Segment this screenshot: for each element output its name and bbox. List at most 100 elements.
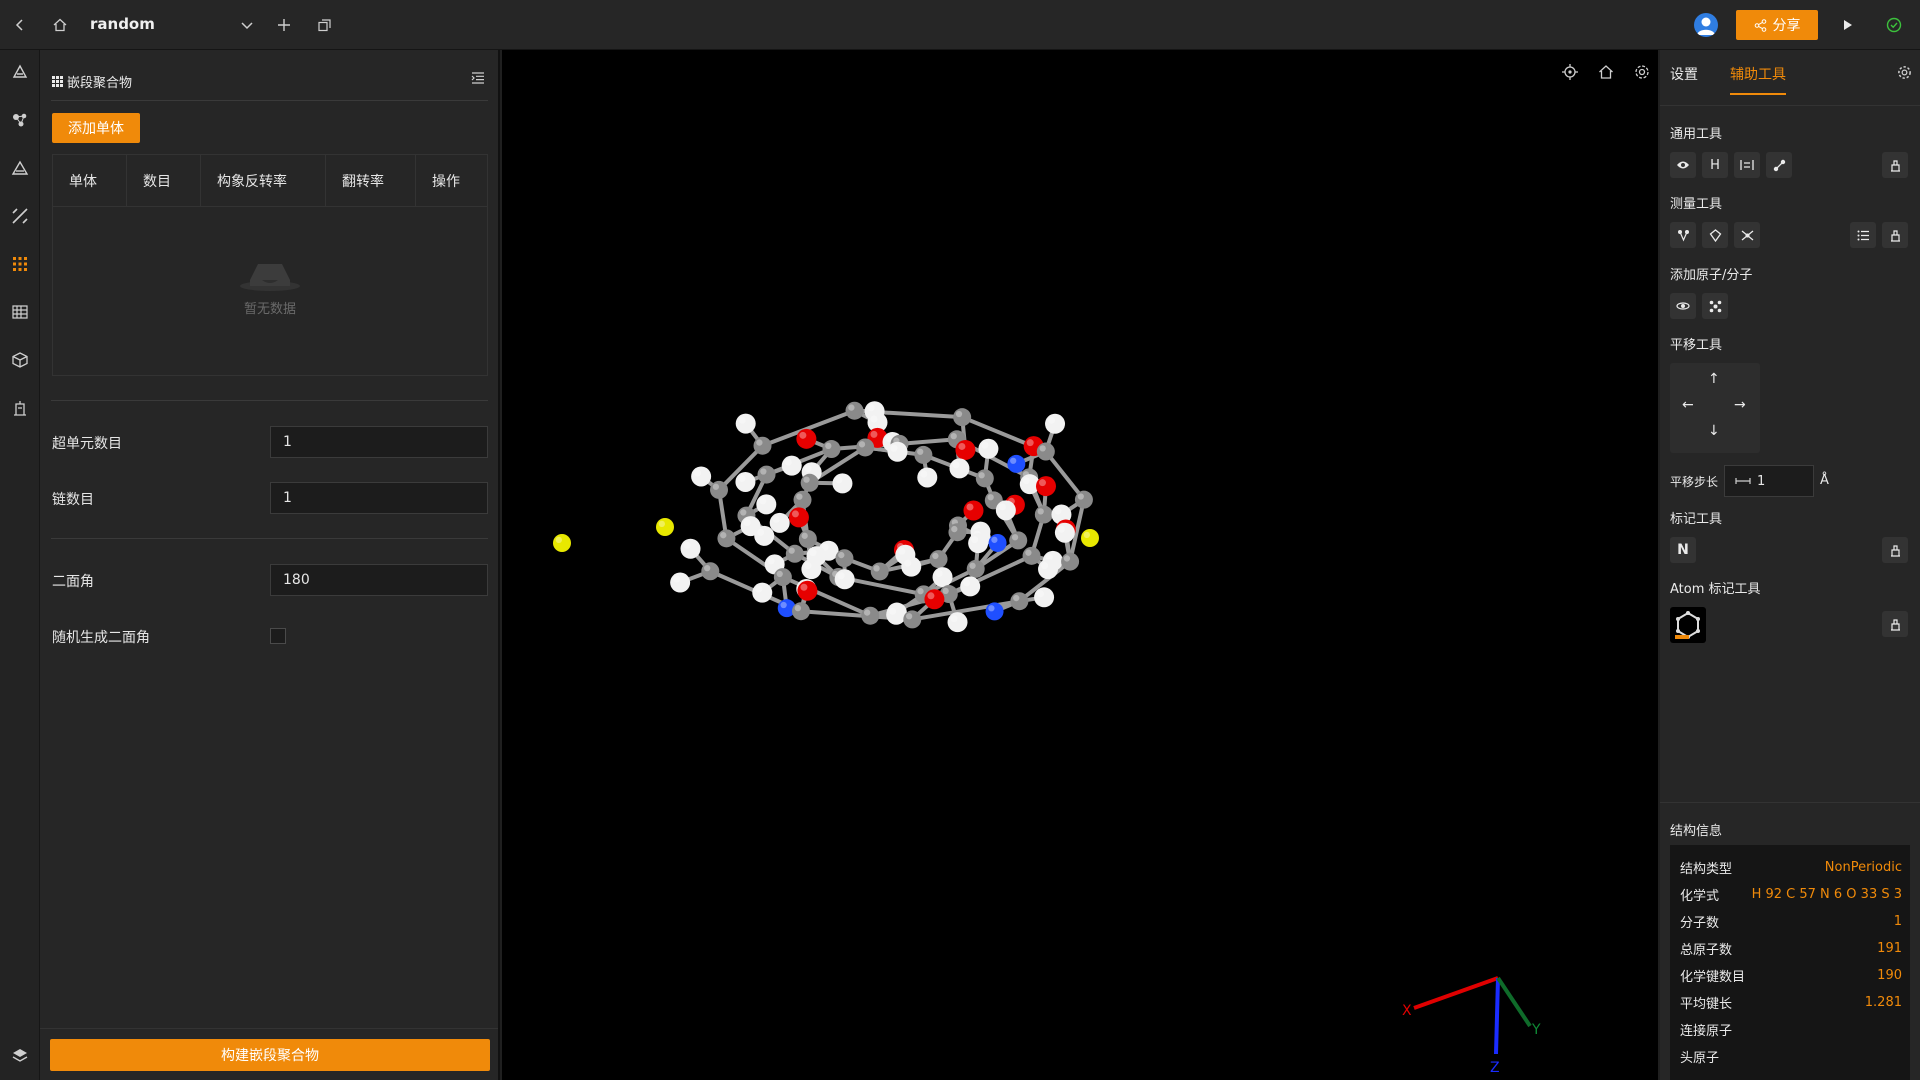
hydrogen-atom[interactable] bbox=[968, 533, 989, 554]
oxygen-atom[interactable] bbox=[797, 580, 818, 601]
hydrogen-atom[interactable] bbox=[947, 612, 968, 633]
back-icon[interactable] bbox=[8, 13, 32, 37]
sulfur-atom[interactable] bbox=[1081, 529, 1099, 547]
nitrogen-atom[interactable] bbox=[985, 602, 1004, 621]
chains-input[interactable]: 1 bbox=[270, 482, 488, 514]
grid-structure-icon[interactable] bbox=[8, 300, 32, 324]
hydrogen-atom[interactable] bbox=[1034, 587, 1055, 608]
sulfur-atom[interactable] bbox=[553, 534, 571, 552]
hydrogen-atom[interactable] bbox=[834, 569, 855, 590]
carbon-atom[interactable] bbox=[1074, 490, 1093, 509]
carbon-atom[interactable] bbox=[757, 465, 776, 484]
oxygen-atom[interactable] bbox=[796, 428, 817, 449]
step-input[interactable]: 1 bbox=[1724, 465, 1814, 497]
carbon-atom[interactable] bbox=[948, 523, 967, 542]
hydrogen-atom[interactable] bbox=[781, 455, 802, 476]
sulfur-atom[interactable] bbox=[656, 518, 674, 536]
build-polymer-button[interactable]: 构建嵌段聚合物 bbox=[50, 1039, 490, 1071]
hydrogen-atom[interactable] bbox=[754, 525, 775, 546]
carbon-atom[interactable] bbox=[861, 606, 880, 625]
polymer-icon[interactable] bbox=[8, 252, 32, 276]
hydrogen-atom[interactable] bbox=[949, 458, 970, 479]
carbon-atom[interactable] bbox=[785, 544, 804, 563]
clear-general-button[interactable] bbox=[1882, 152, 1908, 178]
carbon-atom[interactable] bbox=[914, 445, 933, 464]
nitrogen-atom[interactable] bbox=[1007, 454, 1026, 473]
hydrogen-atom[interactable] bbox=[995, 500, 1016, 521]
oxygen-atom[interactable] bbox=[788, 507, 809, 528]
build-crystal-icon[interactable] bbox=[8, 60, 32, 84]
layers-icon[interactable] bbox=[8, 1044, 32, 1068]
align-tool-button[interactable] bbox=[1734, 152, 1760, 178]
avatar[interactable] bbox=[1694, 13, 1718, 37]
mark-n-button[interactable]: N bbox=[1670, 537, 1696, 563]
hydrogen-atom[interactable] bbox=[735, 413, 756, 434]
carbon-atom[interactable] bbox=[856, 438, 875, 457]
add-molecule-button[interactable] bbox=[1702, 293, 1728, 319]
carbon-atom[interactable] bbox=[701, 562, 720, 581]
oxygen-atom[interactable] bbox=[963, 500, 984, 521]
hydrogen-atom[interactable] bbox=[769, 512, 790, 533]
hydrogen-atom[interactable] bbox=[680, 538, 701, 559]
molecule-viewport[interactable]: X Y Z bbox=[502, 50, 1658, 1080]
molecule-model[interactable] bbox=[502, 50, 1658, 1080]
hydrogen-atom[interactable] bbox=[756, 494, 777, 515]
carbon-atom[interactable] bbox=[822, 440, 841, 459]
arrow-down-icon[interactable]: ↓ bbox=[1708, 423, 1720, 439]
add-atom-button[interactable] bbox=[1670, 293, 1696, 319]
hydrogen-atom[interactable] bbox=[960, 576, 981, 597]
clear-measure-button[interactable] bbox=[1882, 222, 1908, 248]
carbon-atom[interactable] bbox=[903, 610, 922, 629]
carbon-atom[interactable] bbox=[773, 568, 792, 587]
carbon-atom[interactable] bbox=[793, 490, 812, 509]
hydrogen-atom[interactable] bbox=[735, 471, 756, 492]
carbon-atom[interactable] bbox=[753, 436, 772, 455]
carbon-atom[interactable] bbox=[710, 480, 729, 499]
hydrogen-atom[interactable] bbox=[1045, 413, 1066, 434]
arrow-left-icon[interactable]: ← bbox=[1682, 397, 1694, 413]
hydrogen-atom[interactable] bbox=[832, 473, 853, 494]
cube-icon[interactable] bbox=[8, 348, 32, 372]
home-icon[interactable] bbox=[48, 13, 72, 37]
arrow-up-icon[interactable]: ↑ bbox=[1708, 371, 1720, 387]
carbon-atom[interactable] bbox=[1010, 592, 1029, 611]
measure-angle-button[interactable] bbox=[1702, 222, 1728, 248]
carbon-atom[interactable] bbox=[835, 549, 854, 568]
carbon-atom[interactable] bbox=[953, 408, 972, 427]
visibility-button[interactable] bbox=[1670, 152, 1696, 178]
molecule-icon[interactable] bbox=[8, 108, 32, 132]
nitrogen-atom[interactable] bbox=[988, 533, 1007, 552]
carbon-atom[interactable] bbox=[1061, 552, 1080, 571]
carbon-atom[interactable] bbox=[800, 473, 819, 492]
carbon-atom[interactable] bbox=[966, 559, 985, 578]
measure-list-button[interactable] bbox=[1850, 222, 1876, 248]
add-monomer-button[interactable]: 添加单体 bbox=[52, 113, 140, 143]
atom-mark-tool[interactable] bbox=[1670, 607, 1706, 643]
hydrogen-toggle-button[interactable]: H bbox=[1702, 152, 1728, 178]
supercell-input[interactable]: 1 bbox=[270, 426, 488, 458]
carbon-atom[interactable] bbox=[1022, 546, 1041, 565]
tab-aux-tools[interactable]: 辅助工具 bbox=[1730, 64, 1786, 84]
measure-distance-button[interactable] bbox=[1670, 222, 1696, 248]
arrow-right-icon[interactable]: → bbox=[1734, 397, 1746, 413]
carbon-atom[interactable] bbox=[1034, 505, 1053, 524]
interface-icon[interactable] bbox=[8, 204, 32, 228]
oxygen-atom[interactable] bbox=[1035, 476, 1056, 497]
oxygen-atom[interactable] bbox=[955, 439, 976, 460]
list-menu-icon[interactable] bbox=[470, 70, 486, 86]
copy-icon[interactable] bbox=[312, 13, 336, 37]
hydrogen-atom[interactable] bbox=[978, 438, 999, 459]
random-dihedral-checkbox[interactable] bbox=[270, 628, 286, 644]
hydrogen-atom[interactable] bbox=[917, 467, 938, 488]
hydrogen-atom[interactable] bbox=[801, 559, 822, 580]
oxygen-atom[interactable] bbox=[924, 589, 945, 610]
dihedral-input[interactable]: 180 bbox=[270, 564, 488, 596]
carbon-atom[interactable] bbox=[798, 529, 817, 548]
hydrogen-atom[interactable] bbox=[1054, 522, 1075, 543]
clear-mark-button[interactable] bbox=[1882, 537, 1908, 563]
carbon-atom[interactable] bbox=[1036, 442, 1055, 461]
hydrogen-atom[interactable] bbox=[691, 466, 712, 487]
hydrogen-atom[interactable] bbox=[901, 556, 922, 577]
measure-dihedral-button[interactable] bbox=[1734, 222, 1760, 248]
tab-settings[interactable]: 设置 bbox=[1670, 64, 1698, 84]
